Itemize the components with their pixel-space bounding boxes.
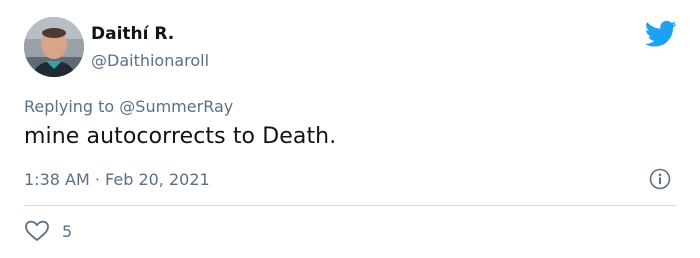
avatar[interactable]	[24, 17, 84, 77]
tweet-text: mine autocorrects to Death.	[24, 124, 337, 149]
tweet-date: Feb 20, 2021	[105, 170, 210, 189]
tweet-time: 1:38 AM	[24, 170, 90, 189]
divider	[24, 205, 677, 206]
reply-prefix: Replying to	[24, 97, 120, 116]
timestamp-separator: ·	[89, 170, 106, 189]
tweet-card: Daithí R. @Daithionaroll Replying to @Su…	[0, 0, 700, 258]
avatar-photo	[24, 17, 84, 77]
like-button[interactable]: 5	[24, 220, 72, 242]
author-handle[interactable]: @Daithionaroll	[91, 51, 209, 70]
twitter-bird-icon[interactable]	[645, 20, 677, 48]
heart-outline-icon	[25, 220, 49, 241]
author-display-name[interactable]: Daithí R.	[91, 24, 174, 44]
info-icon[interactable]	[649, 168, 671, 190]
reply-mention-link[interactable]: @SummerRay	[119, 97, 233, 116]
reply-context: Replying to @SummerRay	[24, 97, 233, 116]
tweet-timestamp[interactable]: 1:38 AM · Feb 20, 2021	[24, 170, 210, 189]
like-count: 5	[62, 221, 73, 241]
